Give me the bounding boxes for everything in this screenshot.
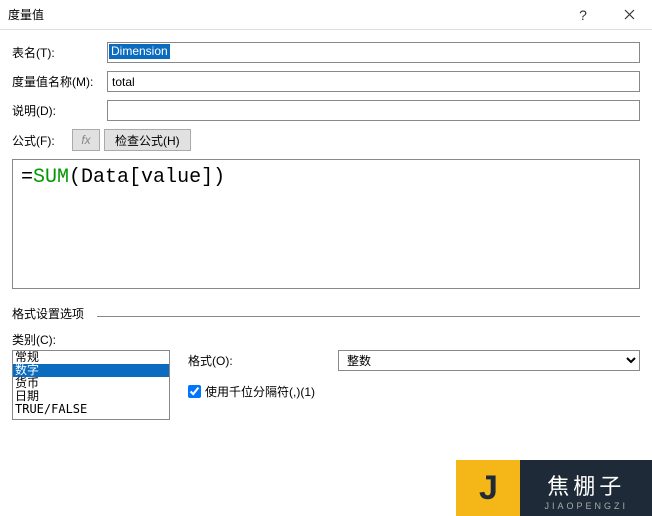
format-select[interactable]: 整数 (338, 350, 640, 371)
thousands-label: 使用千位分隔符(,)(1) (205, 383, 315, 400)
table-select[interactable] (107, 42, 640, 63)
check-formula-button[interactable]: 检查公式(H) (104, 129, 191, 151)
window-title: 度量值 (8, 6, 560, 23)
desc-input[interactable] (107, 100, 640, 121)
formula-eq: = (21, 166, 33, 189)
formula-fn: SUM (33, 166, 69, 189)
formula-close: ) (213, 166, 225, 189)
dialog-content: 表名(T): Dimension 度量值名称(M): 说明(D): 公式(F):… (0, 30, 652, 420)
fx-button[interactable]: fx (72, 129, 100, 151)
measure-label: 度量值名称(M): (12, 73, 107, 90)
formula-open: ( (69, 166, 81, 189)
watermark: J 焦棚子 JIAOPENGZI (456, 460, 652, 516)
close-icon (624, 9, 635, 20)
watermark-text: 焦棚子 JIAOPENGZI (520, 460, 652, 516)
table-select-value: Dimension (109, 44, 170, 59)
titlebar: 度量值 ? (0, 0, 652, 30)
help-button[interactable]: ? (560, 0, 606, 30)
table-label: 表名(T): (12, 44, 107, 61)
category-listbox[interactable]: 常规 数字 货币 日期 TRUE/FALSE (12, 350, 170, 420)
table-select-wrap: Dimension (107, 42, 640, 63)
watermark-py: JIAOPENGZI (544, 501, 628, 511)
formula-label: 公式(F): (12, 132, 72, 149)
measure-input[interactable] (107, 71, 640, 92)
category-label: 类别(C): (12, 331, 640, 348)
watermark-logo: J (456, 460, 520, 516)
formula-editor[interactable]: =SUM(Data[value]) (12, 159, 640, 289)
formula-arg: Data[value] (81, 166, 213, 189)
thousands-checkbox[interactable] (188, 385, 201, 398)
desc-label: 说明(D): (12, 102, 107, 119)
list-item[interactable]: TRUE/FALSE (13, 403, 169, 416)
format-label: 格式(O): (188, 352, 338, 369)
watermark-cn: 焦棚子 (547, 469, 625, 501)
close-button[interactable] (606, 0, 652, 30)
separator (97, 316, 640, 317)
